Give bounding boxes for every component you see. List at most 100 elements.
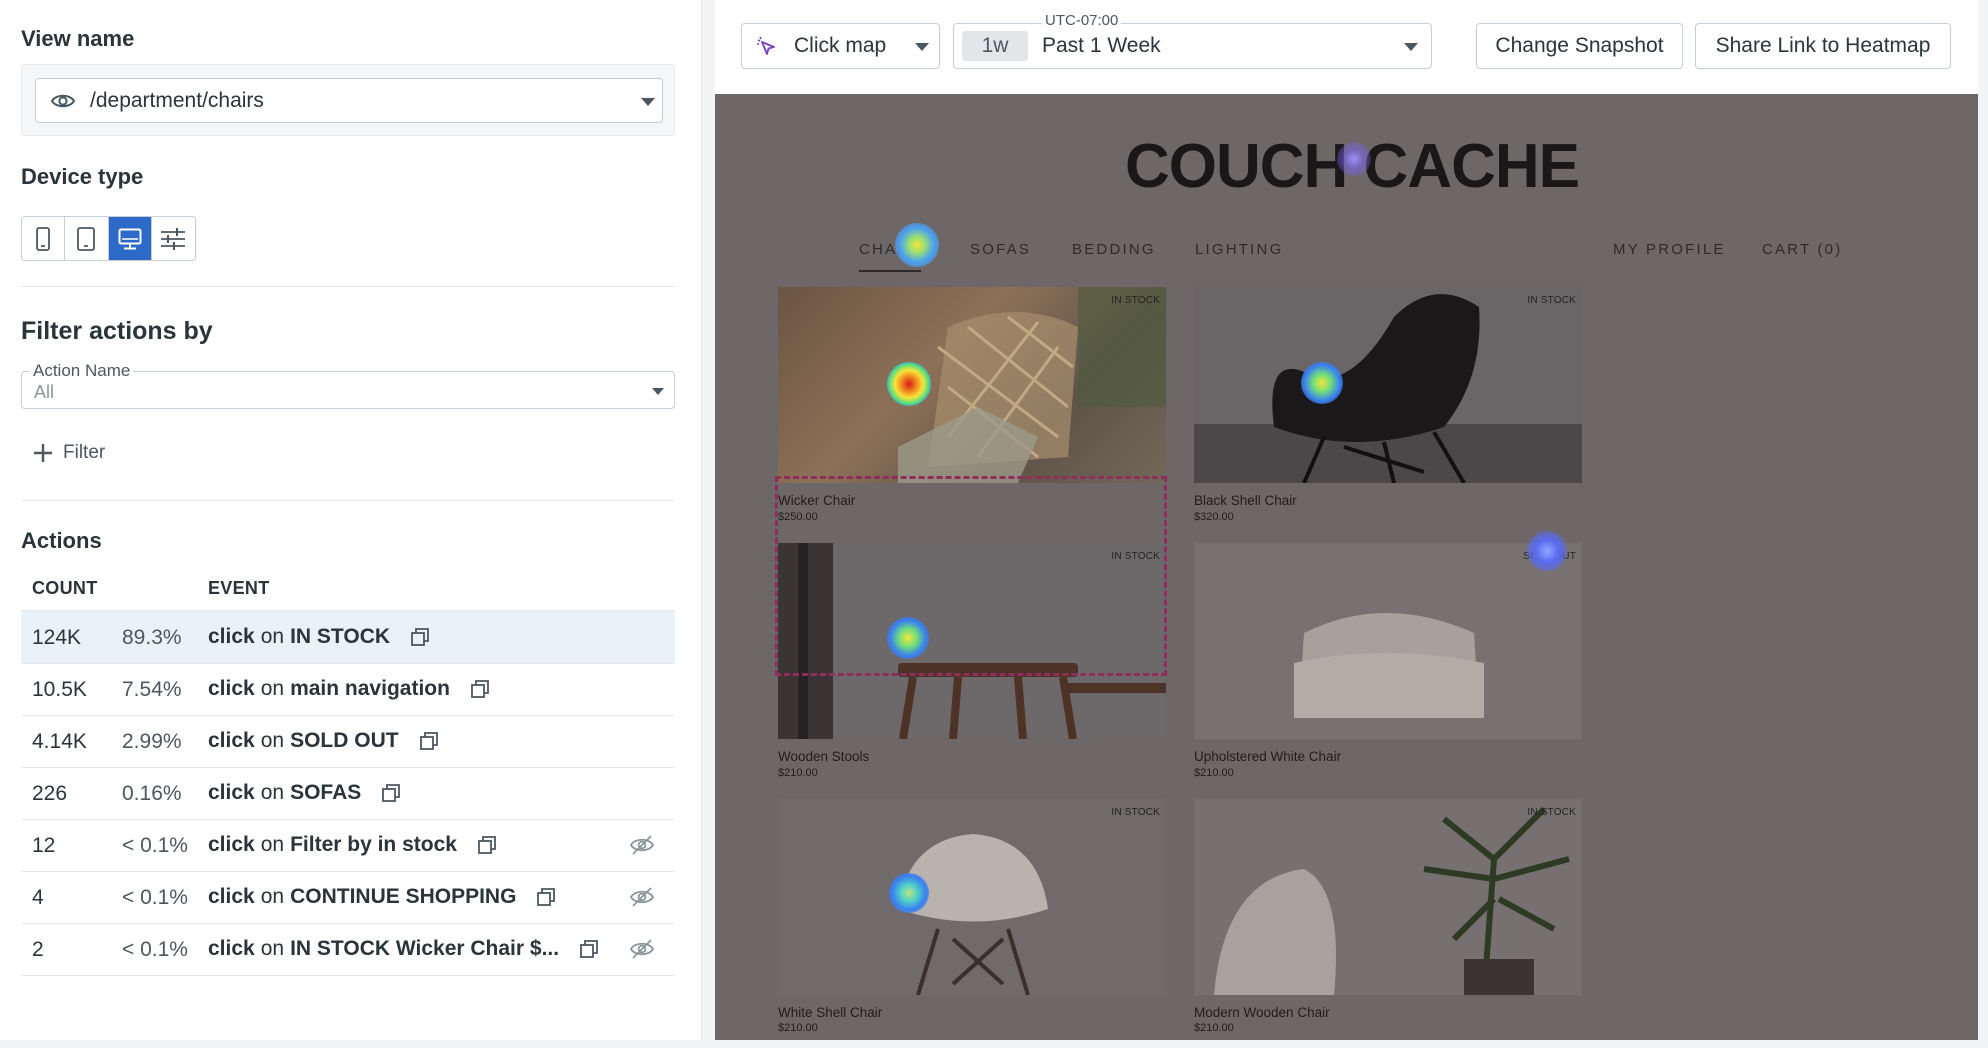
copy-icon[interactable]: [579, 939, 599, 959]
action-count: 12: [32, 834, 56, 857]
copy-icon[interactable]: [536, 887, 556, 907]
product-name[interactable]: Modern Wooden Chair: [1194, 1005, 1330, 1020]
action-percent: 0.16%: [122, 782, 182, 805]
event-verb: click: [208, 677, 255, 700]
product-image-white-shell-chair[interactable]: IN STOCK: [778, 799, 1166, 995]
map-type-select[interactable]: Click map: [741, 23, 940, 69]
caret-down-icon: [652, 388, 664, 395]
view-name-heading: View name: [21, 26, 135, 51]
nav-link-bedding[interactable]: BEDDING: [1072, 241, 1156, 258]
product-image-modern-wooden-chair[interactable]: IN STOCK: [1194, 799, 1582, 995]
time-range-select[interactable]: 1w Past 1 Week: [953, 23, 1432, 69]
action-row[interactable]: 124K 89.3% click on IN STOCK: [21, 611, 675, 664]
event-target: main navigation: [290, 677, 450, 700]
heatmap-canvas[interactable]: COUCH CACHE CHAIRS SOFAS BEDDING LIGHTIN…: [715, 94, 1978, 1040]
action-count: 2: [32, 938, 44, 961]
product-name[interactable]: White Shell Chair: [778, 1005, 882, 1020]
device-mobile-button[interactable]: [22, 217, 66, 260]
copy-icon[interactable]: [410, 627, 430, 647]
device-tablet-button[interactable]: [65, 217, 109, 260]
product-price: $210.00: [1194, 767, 1234, 779]
eye-off-icon[interactable]: [629, 885, 655, 909]
device-type-heading: Device type: [21, 164, 144, 189]
change-snapshot-button[interactable]: Change Snapshot: [1476, 23, 1683, 69]
product-name[interactable]: Upholstered White Chair: [1194, 749, 1341, 764]
eye-off-icon[interactable]: [629, 833, 655, 857]
action-count: 124K: [32, 626, 82, 649]
left-panel: View name /department/chairs Device type: [0, 0, 702, 1040]
copy-icon[interactable]: [477, 835, 497, 855]
timezone-label: UTC-07:00: [1042, 12, 1122, 29]
stock-tag[interactable]: SOLD OUT: [1523, 551, 1576, 562]
action-row[interactable]: 2 < 0.1% click on IN STOCK Wicker Chair $...: [21, 923, 675, 976]
event-verb: click: [208, 781, 255, 804]
stock-tag[interactable]: IN STOCK: [1527, 295, 1576, 306]
action-event: click on CONTINUE SHOPPING: [208, 885, 556, 909]
map-type-value: Click map: [794, 34, 887, 57]
product-image-wicker-chair[interactable]: IN STOCK: [778, 287, 1166, 483]
action-row[interactable]: 4 < 0.1% click on CONTINUE SHOPPING: [21, 871, 675, 924]
nav-link-profile[interactable]: MY PROFILE: [1613, 241, 1726, 258]
action-name-value: All: [34, 382, 55, 402]
action-percent: < 0.1%: [122, 886, 188, 909]
heatmap-app: View name /department/chairs Device type: [0, 0, 1988, 1048]
event-target: IN STOCK Wicker Chair $...: [290, 937, 560, 960]
device-desktop-button[interactable]: [108, 217, 152, 260]
action-event: click on SOFAS: [208, 781, 401, 805]
cursor-click-icon: [757, 36, 775, 55]
stock-tag[interactable]: IN STOCK: [1111, 807, 1160, 818]
time-range-label: Past 1 Week: [1042, 34, 1161, 57]
eye-off-icon[interactable]: [629, 937, 655, 961]
event-preposition: on: [260, 677, 285, 700]
product-image-black-shell-chair[interactable]: IN STOCK: [1194, 287, 1582, 483]
add-filter-button[interactable]: Filter: [33, 438, 105, 468]
mobile-icon: [36, 226, 51, 251]
action-row[interactable]: 10.5K 7.54% click on main navigation: [21, 663, 675, 716]
nav-link-chairs[interactable]: CHAIRS: [859, 241, 929, 258]
event-target: SOLD OUT: [290, 729, 399, 752]
stock-tag[interactable]: IN STOCK: [1111, 295, 1160, 306]
stock-tag[interactable]: IN STOCK: [1527, 807, 1576, 818]
action-count: 4.14K: [32, 730, 87, 753]
event-target: SOFAS: [290, 781, 362, 804]
nav-link-sofas[interactable]: SOFAS: [970, 241, 1031, 258]
copy-icon[interactable]: [470, 679, 490, 699]
product-name[interactable]: Wooden Stools: [778, 749, 869, 764]
product-price: $210.00: [778, 767, 818, 779]
action-name-select[interactable]: Action Name All: [21, 361, 675, 409]
view-name-select[interactable]: /department/chairs: [35, 78, 663, 123]
event-verb: click: [208, 833, 255, 856]
caret-down-icon: [641, 98, 655, 106]
modern-wooden-chair-image: [1214, 806, 1570, 995]
action-row[interactable]: 4.14K 2.99% click on SOLD OUT: [21, 715, 675, 768]
white-shell-chair-image: [898, 834, 1048, 995]
event-verb: click: [208, 937, 255, 960]
action-percent: < 0.1%: [122, 938, 188, 961]
event-verb: click: [208, 729, 255, 752]
copy-icon[interactable]: [419, 731, 439, 751]
nav-active-underline: [859, 270, 921, 272]
event-column-header: EVENT: [208, 578, 270, 598]
action-row[interactable]: 226 0.16% click on SOFAS: [21, 767, 675, 820]
share-link-button[interactable]: Share Link to Heatmap: [1695, 23, 1951, 69]
product-image-upholstered-white-chair[interactable]: SOLD OUT: [1194, 543, 1582, 739]
divider: [21, 500, 675, 501]
action-event: click on Filter by in stock: [208, 833, 497, 857]
device-custom-button[interactable]: [151, 217, 195, 260]
action-event: click on main navigation: [208, 677, 490, 701]
add-filter-label: Filter: [63, 442, 106, 463]
action-percent: 89.3%: [122, 626, 182, 649]
event-preposition: on: [260, 729, 285, 752]
heatmap-toolbar: Click map 1w Past 1 Week UTC-07:00 Chang…: [715, 0, 1978, 94]
product-name[interactable]: Black Shell Chair: [1194, 493, 1297, 508]
action-count: 10.5K: [32, 678, 87, 701]
copy-icon[interactable]: [381, 783, 401, 803]
nav-link-lighting[interactable]: LIGHTING: [1195, 241, 1283, 258]
device-type-toggle: [21, 216, 196, 261]
eye-icon: [50, 94, 76, 108]
action-row[interactable]: 12 < 0.1% click on Filter by in stock: [21, 819, 675, 872]
sliders-icon: [161, 227, 186, 250]
actions-heading: Actions: [21, 528, 102, 553]
heatmap-panel: Click map 1w Past 1 Week UTC-07:00 Chang…: [715, 0, 1978, 1040]
nav-link-cart[interactable]: CART (0): [1762, 241, 1842, 258]
